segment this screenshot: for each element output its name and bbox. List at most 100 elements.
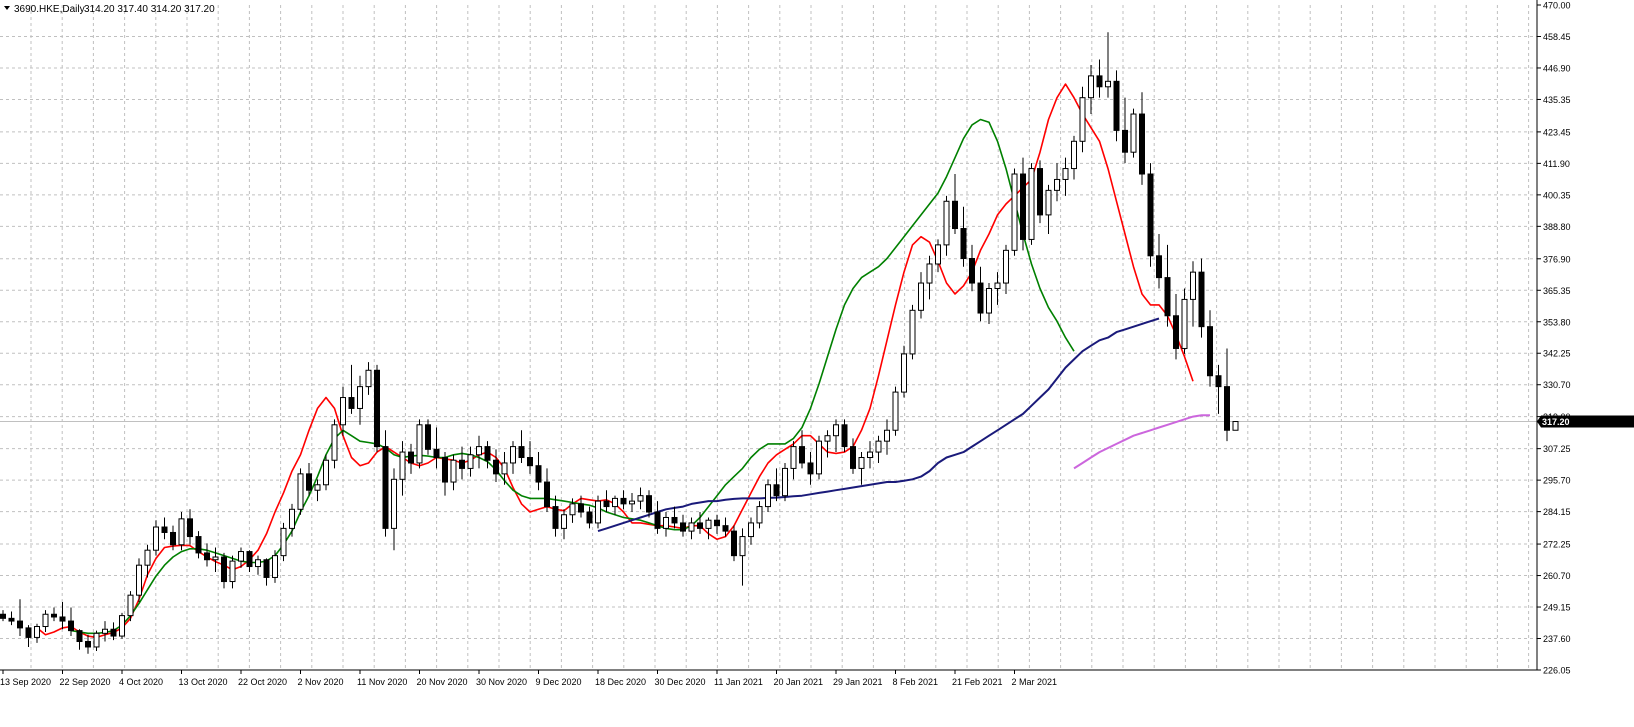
candle-body (841, 424, 848, 448)
x-tick-label: 22 Sep 2020 (60, 677, 111, 687)
chart-root[interactable]: 470.00 458.45 446.90 435.35 423.45 411.90 400.… (0, 0, 1634, 722)
candle-body (790, 446, 797, 469)
candle-body (1045, 189, 1052, 216)
candle-body (59, 616, 66, 622)
candle-body (51, 613, 57, 618)
candle-body (195, 536, 202, 554)
x-tick-label: 22 Oct 2020 (238, 677, 287, 687)
y-tick-label: 260.70 (1543, 571, 1571, 581)
y-tick-label: 376.90 (1543, 254, 1571, 264)
candle-body (697, 522, 703, 529)
candle-body (1164, 277, 1171, 317)
x-tick-label: 29 Jan 2021 (833, 677, 883, 687)
candle-body (144, 549, 151, 566)
candle-body (238, 551, 244, 562)
candle-body (493, 459, 499, 475)
y-tick-label: 353.80 (1543, 317, 1571, 327)
candle-body (25, 627, 32, 638)
candle-body (1147, 173, 1154, 257)
candle-body (756, 506, 763, 524)
candle-body (884, 429, 890, 442)
last-price-marker: 317.20 (1537, 415, 1634, 428)
candle-body (943, 200, 950, 246)
candle-body (229, 560, 236, 583)
candle-body (280, 527, 287, 557)
candle (425, 419, 431, 455)
candle-body (569, 503, 576, 516)
candle-body (127, 594, 134, 617)
candle-body (442, 457, 448, 483)
candle-body (1198, 271, 1205, 328)
y-tick-label: 365.35 (1543, 286, 1571, 296)
candle-body (663, 516, 669, 529)
candle-body (212, 556, 219, 561)
candle-body (8, 617, 15, 622)
x-tick-label: 20 Jan 2021 (774, 677, 824, 687)
candle (816, 435, 822, 480)
candle-body (909, 309, 916, 355)
candle-body (535, 465, 542, 483)
candle-body (850, 446, 856, 469)
candle-body (748, 522, 754, 538)
candle-body (102, 628, 108, 634)
candle-body (731, 530, 737, 557)
candle-body (595, 500, 601, 524)
x-tick-label: 18 Dec 2020 (595, 677, 646, 687)
y-tick-label: 435.35 (1543, 95, 1571, 105)
candle-body (68, 620, 74, 632)
candle-body (110, 628, 117, 637)
candle (1028, 163, 1035, 245)
candle-body (1028, 168, 1035, 240)
candle-body (119, 615, 125, 637)
candle-body (1224, 386, 1230, 431)
candle-body (297, 473, 304, 510)
candle-body (680, 522, 686, 532)
candle-body (1173, 315, 1179, 349)
candle-body (1079, 97, 1086, 142)
candle-body (1181, 298, 1188, 349)
y-tick-label: 388.80 (1543, 222, 1571, 232)
candle (1232, 420, 1239, 431)
candle-body (620, 497, 627, 505)
candle-body (348, 397, 355, 409)
candle-body (221, 556, 227, 583)
candle-body (722, 525, 729, 532)
candle (1147, 163, 1154, 267)
candle-body (408, 451, 414, 464)
candle-body (255, 559, 261, 568)
candle-body (391, 478, 397, 529)
candle-body (1020, 173, 1026, 240)
candle-body (646, 495, 652, 513)
candle-body (1232, 421, 1239, 431)
candle (901, 345, 907, 398)
candle-body (1207, 326, 1213, 377)
x-tick-label: 4 Oct 2020 (119, 677, 163, 687)
candle-body (17, 620, 23, 629)
y-tick-label: 470.00 (1543, 1, 1571, 11)
candle-body (612, 497, 618, 508)
candle (892, 386, 899, 436)
candle-body (1037, 168, 1043, 216)
candle-body (476, 446, 482, 456)
candle-body (510, 446, 516, 464)
candle-body (323, 459, 329, 486)
candlestick-chart[interactable]: 470.00 458.45 446.90 435.35 423.45 411.90 400.… (0, 0, 1634, 722)
candle-body (93, 632, 100, 648)
candle-body (739, 536, 746, 557)
candle-body (986, 288, 992, 314)
candle-body (263, 559, 270, 578)
candle (909, 304, 916, 360)
candle-body (289, 508, 295, 529)
candle-body (331, 424, 338, 461)
candle (1037, 160, 1043, 224)
x-tick-label: 13 Sep 2020 (0, 677, 51, 687)
candle-body (170, 531, 176, 546)
candle-body (153, 526, 159, 551)
candle-body (586, 511, 593, 524)
candle (280, 522, 287, 562)
candle-body (952, 200, 958, 230)
y-tick-label: 249.15 (1543, 603, 1571, 613)
candle-body (399, 451, 406, 480)
candle-body (187, 518, 193, 538)
candle (416, 419, 423, 469)
